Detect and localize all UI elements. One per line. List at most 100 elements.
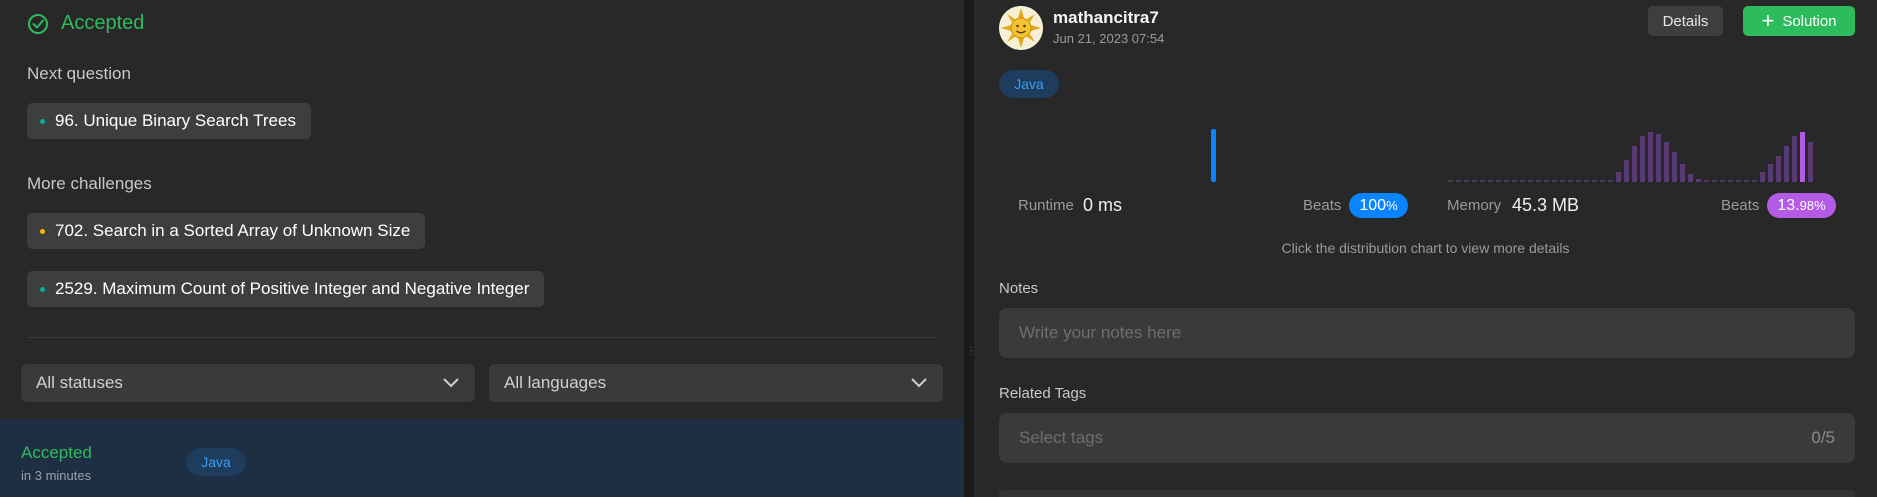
- memory-distribution-bar: [1688, 174, 1693, 182]
- memory-distribution-bar: [1632, 146, 1637, 182]
- submission-time: in 3 minutes: [21, 468, 92, 483]
- runtime-distribution-chart[interactable]: [1000, 118, 1420, 184]
- memory-distribution-bar: [1704, 180, 1709, 182]
- tags-count: 0/5: [1811, 428, 1835, 447]
- accepted-heading: Accepted: [27, 12, 144, 35]
- distribution-hint: Click the distribution chart to view mor…: [1281, 240, 1570, 256]
- chevron-down-icon: [911, 378, 927, 388]
- challenge-title: 2529. Maximum Count of Positive Integer …: [55, 279, 530, 298]
- memory-distribution-bar: [1464, 180, 1469, 182]
- next-question-chip[interactable]: 96. Unique Binary Search Trees: [27, 103, 311, 139]
- memory-distribution-bar: [1664, 142, 1669, 182]
- memory-distribution-bar: [1552, 180, 1557, 182]
- username[interactable]: mathancitra7: [1053, 8, 1159, 28]
- memory-distribution-bar: [1696, 179, 1701, 182]
- status-filter-select[interactable]: All statuses: [21, 364, 475, 402]
- memory-distribution-bar: [1760, 172, 1765, 182]
- memory-distribution-bar: [1592, 180, 1597, 182]
- submission-row[interactable]: [0, 419, 964, 497]
- memory-distribution-bar: [1488, 180, 1493, 182]
- memory-distribution-bar: [1752, 180, 1757, 182]
- memory-beats-label: Beats: [1721, 197, 1760, 214]
- avatar[interactable]: [999, 6, 1043, 50]
- memory-distribution-bar: [1568, 180, 1573, 182]
- memory-distribution-bar: [1656, 134, 1661, 182]
- memory-distribution-bar: [1640, 136, 1645, 182]
- language-filter-value: All languages: [504, 373, 607, 392]
- memory-distribution-bar: [1648, 132, 1653, 182]
- details-button[interactable]: Details: [1648, 6, 1723, 36]
- runtime-beats-suffix: %: [1386, 198, 1398, 213]
- memory-highlight-bar: [1800, 132, 1805, 182]
- memory-distribution-bar: [1792, 136, 1797, 182]
- next-field-edge: [999, 490, 1855, 497]
- submission-language-badge: Java: [186, 448, 246, 476]
- memory-distribution-bar: [1720, 180, 1725, 182]
- memory-distribution-bar: [1520, 180, 1525, 182]
- next-question-title: 96. Unique Binary Search Trees: [55, 111, 296, 130]
- memory-distribution-bar: [1608, 180, 1613, 182]
- solution-button[interactable]: + Solution: [1743, 6, 1855, 36]
- accepted-label: Accepted: [61, 12, 145, 34]
- more-challenges-label: More challenges: [27, 174, 152, 193]
- memory-beats-suffix: 98%: [1799, 198, 1826, 213]
- memory-label: Memory: [1447, 197, 1502, 214]
- memory-distribution-bar: [1776, 156, 1781, 182]
- memory-beats-number: 13.: [1777, 196, 1800, 214]
- memory-distribution-bar: [1560, 180, 1565, 182]
- submission-status[interactable]: Accepted: [21, 443, 92, 463]
- memory-distribution-bar: [1712, 180, 1717, 182]
- memory-distribution-bar: [1624, 160, 1629, 182]
- memory-distribution-bar: [1600, 180, 1605, 182]
- runtime-beats-number: 100: [1359, 196, 1387, 214]
- next-question-label: Next question: [27, 64, 131, 83]
- memory-distribution-bar: [1672, 152, 1677, 182]
- memory-distribution-bar: [1744, 180, 1749, 182]
- memory-distribution-bar: [1512, 180, 1517, 182]
- notes-label: Notes: [999, 280, 1039, 297]
- memory-distribution-bar: [1456, 180, 1461, 182]
- runtime-label: Runtime: [1018, 197, 1074, 214]
- tags-placeholder: Select tags: [1019, 428, 1104, 447]
- memory-distribution-bar: [1728, 180, 1733, 182]
- memory-distribution-bar: [1680, 164, 1685, 182]
- memory-distribution-bar: [1480, 180, 1485, 182]
- memory-distribution-bar: [1576, 180, 1581, 182]
- memory-distribution-chart[interactable]: [1440, 118, 1840, 184]
- memory-distribution-bar: [1448, 180, 1453, 182]
- status-filter-value: All statuses: [36, 373, 123, 392]
- tags-select[interactable]: Select tags 0/5: [999, 413, 1855, 463]
- memory-distribution-bar: [1536, 180, 1541, 182]
- difficulty-dot: [40, 118, 45, 124]
- challenge-title: 702. Search in a Sorted Array of Unknown…: [55, 221, 411, 240]
- check-circle-icon: [28, 13, 48, 34]
- language-badge: Java: [999, 70, 1059, 98]
- memory-distribution-bar: [1736, 180, 1741, 182]
- memory-distribution-bar: [1768, 164, 1773, 182]
- runtime-value: 0 ms: [1083, 195, 1123, 215]
- runtime-beats-badge: 100%: [1349, 193, 1408, 218]
- notes-placeholder: Write your notes here: [1019, 323, 1182, 342]
- difficulty-dot: [40, 286, 45, 292]
- runtime-beats-label: Beats: [1303, 197, 1342, 214]
- submission-date: Jun 21, 2023 07:54: [1053, 31, 1165, 46]
- memory-beats-badge: 13. 98%: [1767, 193, 1836, 218]
- divider: [27, 337, 937, 338]
- memory-distribution-bar: [1784, 146, 1789, 182]
- chevron-down-icon: [443, 378, 459, 388]
- avatar-sun-icon: [999, 6, 1043, 50]
- memory-distribution-bar: [1616, 172, 1621, 182]
- difficulty-dot: [40, 228, 45, 234]
- challenge-chip[interactable]: 2529. Maximum Count of Positive Integer …: [27, 271, 545, 307]
- resize-handle[interactable]: ⋮: [966, 347, 976, 372]
- notes-input[interactable]: Write your notes here: [999, 308, 1855, 358]
- memory-distribution-bar: [1808, 142, 1813, 182]
- memory-distribution-bar: [1528, 180, 1533, 182]
- memory-distribution-bar: [1544, 180, 1549, 182]
- solution-button-label: Solution: [1782, 12, 1837, 30]
- memory-distribution-bar: [1504, 180, 1509, 182]
- memory-distribution-bar: [1496, 180, 1501, 182]
- language-filter-select[interactable]: All languages: [489, 364, 943, 402]
- memory-value: 45.3 MB: [1512, 195, 1580, 215]
- challenge-chip[interactable]: 702. Search in a Sorted Array of Unknown…: [27, 213, 426, 249]
